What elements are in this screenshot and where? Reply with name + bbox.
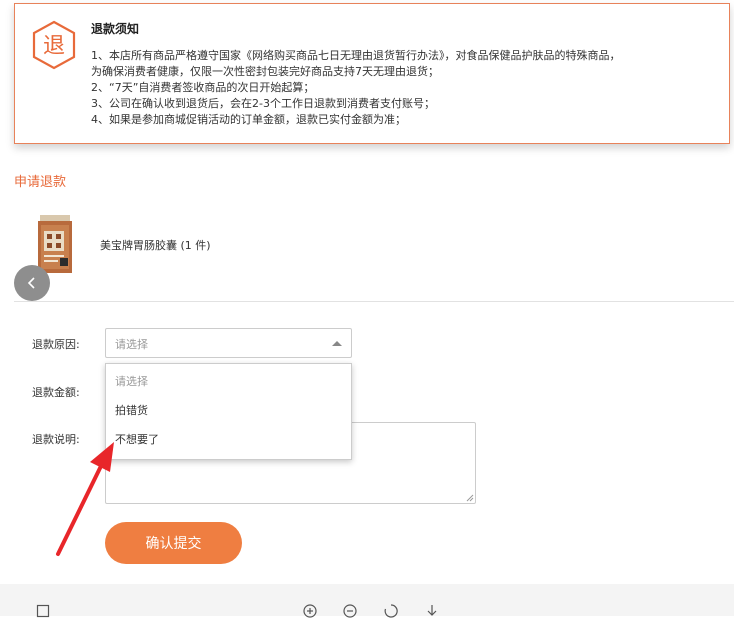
product-image [38,215,72,273]
apply-refund-title: 申请退款 [14,175,67,190]
reason-option[interactable]: 请选择 [106,367,351,396]
reason-select[interactable]: 请选择 [105,328,352,358]
amount-label: 退款金额: [32,386,80,399]
refund-badge-char: 退 [43,34,65,59]
notice-line: 3、公司在确认收到退货后，会在2-3个工作日退款到消费者支付账号； [91,97,435,110]
notice-line: 1、本店所有商品严格遵守国家《网络购买商品七日无理由退货暂行办法》，对食品保健品… [91,49,621,62]
resize-handle-icon[interactable] [466,494,474,502]
annotation-arrow-icon [56,442,114,556]
submit-button[interactable]: 确认提交 [105,522,242,564]
viewer-toolbar [0,584,734,618]
reason-label: 退款原因: [32,338,80,351]
reason-dropdown: 请选择 拍错货 不想要了 [105,363,352,460]
notice-line: 2、“7天”自消费者签收商品的次日开始起算； [91,81,315,94]
notice-line: 4、如果是参加商城促销活动的订单金额，退款已实付金额为准； [91,113,406,126]
reason-option[interactable]: 不想要了 [106,425,351,454]
notice-line: 为确保消费者健康，仅限一次性密封包装完好商品支持7天无理由退货； [91,65,439,78]
notice-title: 退款须知 [91,22,140,36]
reason-option[interactable]: 拍错货 [106,396,351,425]
back-button[interactable] [14,265,50,301]
caret-up-icon [332,341,342,346]
refund-badge-icon: 退 [32,20,76,70]
product-name: 美宝牌胃肠胶囊 (1 件) [100,239,211,252]
back-icon [27,277,35,289]
reason-select-value: 请选择 [115,338,148,351]
divider [14,301,734,302]
refund-notice: 退 退款须知 1、本店所有商品严格遵守国家《网络购买商品七日无理由退货暂行办法》… [14,3,730,144]
